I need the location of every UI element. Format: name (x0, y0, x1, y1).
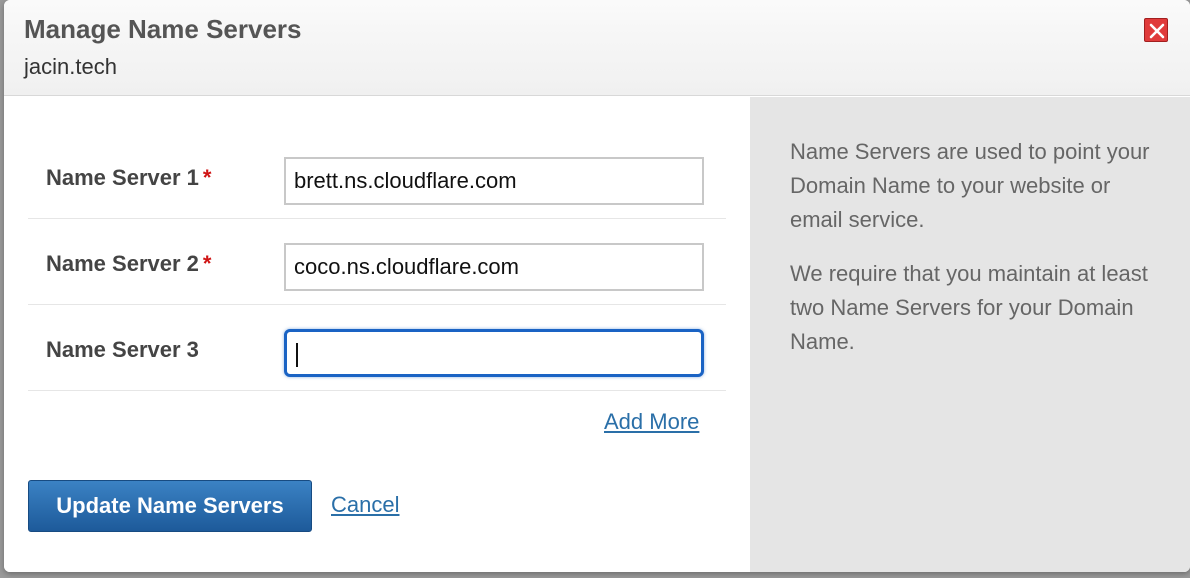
name-server-form: Name Server 1* Name Server 2* Name Serve… (4, 97, 750, 572)
required-asterisk: * (202, 251, 212, 276)
update-name-servers-button[interactable]: Update Name Servers (28, 480, 312, 532)
help-panel: Name Servers are used to point your Doma… (750, 97, 1190, 572)
name-server-3-label: Name Server 3 (46, 337, 199, 362)
add-more-link[interactable]: Add More (604, 409, 699, 435)
text-cursor (296, 343, 298, 367)
name-server-3-input[interactable] (284, 329, 704, 377)
help-text-requirement: We require that you maintain at least tw… (790, 261, 1148, 354)
domain-name: jacin.tech (24, 54, 117, 79)
name-server-row-3: Name Server 3 (28, 305, 726, 391)
dialog-title: Manage Name Servers (24, 14, 302, 44)
dialog-header: Manage Name Servers jacin.tech (4, 0, 1190, 96)
cancel-link[interactable]: Cancel (331, 492, 399, 518)
name-server-2-label: Name Server 2 * (46, 251, 212, 276)
required-asterisk: * (202, 165, 212, 190)
close-button[interactable] (1144, 18, 1168, 42)
help-text-purpose: Name Servers are used to point your Doma… (790, 139, 1150, 232)
close-icon (1149, 23, 1165, 39)
name-server-row-1: Name Server 1 * (28, 133, 726, 219)
name-server-2-input[interactable] (284, 243, 704, 291)
manage-name-servers-dialog: Manage Name Servers jacin.tech Name Serv… (4, 0, 1190, 572)
name-server-row-2: Name Server 2 * (28, 219, 726, 305)
name-server-1-label: Name Server 1 * (46, 165, 212, 190)
name-server-1-input[interactable] (284, 157, 704, 205)
